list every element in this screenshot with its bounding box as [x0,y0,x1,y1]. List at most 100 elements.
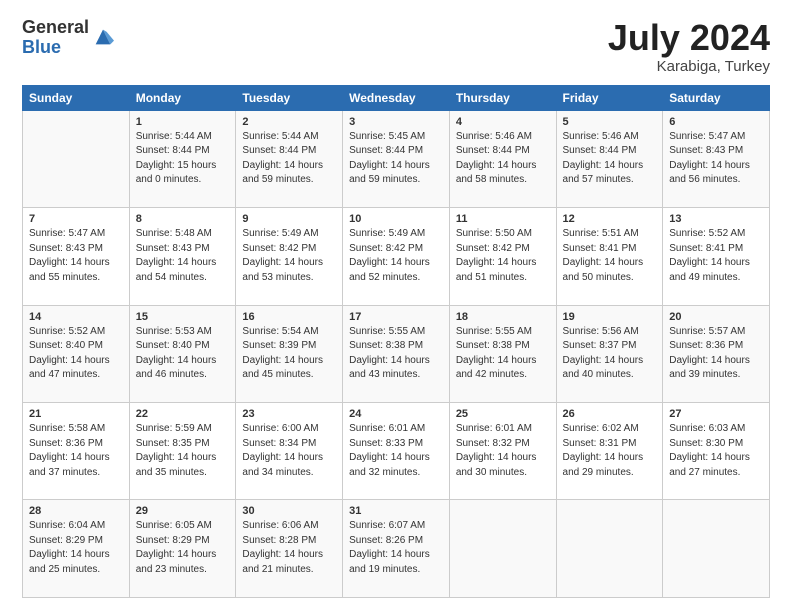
day-cell: 25 Sunrise: 6:01 AMSunset: 8:32 PMDayligh… [449,403,556,500]
day-number: 8 [136,213,230,225]
day-cell: 16 Sunrise: 5:54 AMSunset: 8:39 PMDayligh… [236,305,343,402]
day-info: Sunrise: 5:53 AMSunset: 8:40 PMDaylight:… [136,325,230,383]
day-number: 19 [563,311,657,323]
day-cell [556,500,663,598]
day-cell: 9 Sunrise: 5:49 AMSunset: 8:42 PMDaylight… [236,208,343,305]
week-row-3: 14Sunrise: 5:52 AMSunset: 8:40 PMDayligh… [23,305,770,402]
day-cell: 3Sunrise: 5:45 AMSunset: 8:44 PMDaylight… [343,110,450,207]
logo-text: General Blue [22,18,89,58]
header-wednesday: Wednesday [343,85,450,110]
day-cell: 20 Sunrise: 5:57 AMSunset: 8:36 PMDayligh… [663,305,770,402]
day-cell: 24 Sunrise: 6:01 AMSunset: 8:33 PMDayligh… [343,403,450,500]
day-info: Sunrise: 5:44 AMSunset: 8:44 PMDaylight:… [242,130,336,188]
day-number: 6 [669,116,763,128]
header-monday: Monday [129,85,236,110]
day-cell: 14Sunrise: 5:52 AMSunset: 8:40 PMDayligh… [23,305,130,402]
day-number: 15 [136,311,230,323]
day-number: 13 [669,213,763,225]
day-cell: 23 Sunrise: 6:00 AMSunset: 8:34 PMDayligh… [236,403,343,500]
day-info: Sunrise: 5:56 AMSunset: 8:37 PMDaylight:… [563,325,657,383]
logo: General Blue [22,18,114,58]
day-info: Sunrise: 6:00 AMSunset: 8:34 PMDaylight:… [242,422,336,480]
day-number: 11 [456,213,550,225]
page: General Blue July 2024 Karabiga, Turkey … [0,0,792,612]
day-info: Sunrise: 6:01 AMSunset: 8:32 PMDaylight:… [456,422,550,480]
header-thursday: Thursday [449,85,556,110]
day-cell: 6 Sunrise: 5:47 AMSunset: 8:43 PMDaylight… [663,110,770,207]
week-row-5: 28Sunrise: 6:04 AMSunset: 8:29 PMDayligh… [23,500,770,598]
day-cell: 4 Sunrise: 5:46 AMSunset: 8:44 PMDaylight… [449,110,556,207]
day-number: 9 [242,213,336,225]
day-cell: 10Sunrise: 5:49 AMSunset: 8:42 PMDayligh… [343,208,450,305]
day-number: 10 [349,213,443,225]
day-info: Sunrise: 5:48 AMSunset: 8:43 PMDaylight:… [136,227,230,285]
day-info: Sunrise: 5:55 AMSunset: 8:38 PMDaylight:… [349,325,443,383]
day-cell: 11 Sunrise: 5:50 AMSunset: 8:42 PMDayligh… [449,208,556,305]
header-friday: Friday [556,85,663,110]
day-cell: 2 Sunrise: 5:44 AMSunset: 8:44 PMDaylight… [236,110,343,207]
day-number: 21 [29,408,123,420]
day-cell [449,500,556,598]
day-cell: 5 Sunrise: 5:46 AMSunset: 8:44 PMDaylight… [556,110,663,207]
day-number: 18 [456,311,550,323]
day-number: 27 [669,408,763,420]
day-cell: 7Sunrise: 5:47 AMSunset: 8:43 PMDaylight… [23,208,130,305]
day-info: Sunrise: 6:04 AMSunset: 8:29 PMDaylight:… [29,519,123,577]
day-cell: 15 Sunrise: 5:53 AMSunset: 8:40 PMDayligh… [129,305,236,402]
day-number: 31 [349,505,443,517]
day-info: Sunrise: 5:46 AMSunset: 8:44 PMDaylight:… [563,130,657,188]
day-cell: 28Sunrise: 6:04 AMSunset: 8:29 PMDayligh… [23,500,130,598]
day-info: Sunrise: 5:49 AMSunset: 8:42 PMDaylight:… [242,227,336,285]
day-info: Sunrise: 5:54 AMSunset: 8:39 PMDaylight:… [242,325,336,383]
day-number: 7 [29,213,123,225]
day-info: Sunrise: 6:02 AMSunset: 8:31 PMDaylight:… [563,422,657,480]
day-info: Sunrise: 5:50 AMSunset: 8:42 PMDaylight:… [456,227,550,285]
day-number: 23 [242,408,336,420]
day-number: 24 [349,408,443,420]
day-cell: 22Sunrise: 5:59 AMSunset: 8:35 PMDayligh… [129,403,236,500]
day-info: Sunrise: 5:55 AMSunset: 8:38 PMDaylight:… [456,325,550,383]
day-cell: 30 Sunrise: 6:06 AMSunset: 8:28 PMDayligh… [236,500,343,598]
week-row-4: 21 Sunrise: 5:58 AMSunset: 8:36 PMDayligh… [23,403,770,500]
day-info: Sunrise: 5:51 AMSunset: 8:41 PMDaylight:… [563,227,657,285]
day-info: Sunrise: 6:06 AMSunset: 8:28 PMDaylight:… [242,519,336,577]
day-cell: 8 Sunrise: 5:48 AMSunset: 8:43 PMDaylight… [129,208,236,305]
location: Karabiga, Turkey [608,58,770,75]
header-tuesday: Tuesday [236,85,343,110]
day-number: 1 [136,116,230,128]
day-number: 30 [242,505,336,517]
day-number: 2 [242,116,336,128]
day-info: Sunrise: 5:57 AMSunset: 8:36 PMDaylight:… [669,325,763,383]
title-block: July 2024 Karabiga, Turkey [608,18,770,75]
day-info: Sunrise: 6:07 AMSunset: 8:26 PMDaylight:… [349,519,443,577]
day-number: 25 [456,408,550,420]
calendar-table: Sunday Monday Tuesday Wednesday Thursday… [22,85,770,598]
day-cell: 21 Sunrise: 5:58 AMSunset: 8:36 PMDayligh… [23,403,130,500]
month-title: July 2024 [608,18,770,58]
day-info: Sunrise: 5:52 AMSunset: 8:41 PMDaylight:… [669,227,763,285]
logo-general: General [22,18,89,38]
day-number: 14 [29,311,123,323]
day-cell: 26 Sunrise: 6:02 AMSunset: 8:31 PMDayligh… [556,403,663,500]
day-number: 16 [242,311,336,323]
day-info: Sunrise: 6:05 AMSunset: 8:29 PMDaylight:… [136,519,230,577]
day-cell: 27 Sunrise: 6:03 AMSunset: 8:30 PMDayligh… [663,403,770,500]
day-number: 3 [349,116,443,128]
day-info: Sunrise: 5:46 AMSunset: 8:44 PMDaylight:… [456,130,550,188]
day-info: Sunrise: 5:47 AMSunset: 8:43 PMDaylight:… [669,130,763,188]
day-number: 4 [456,116,550,128]
day-cell: 1Sunrise: 5:44 AMSunset: 8:44 PMDaylight… [129,110,236,207]
day-number: 20 [669,311,763,323]
day-cell: 18 Sunrise: 5:55 AMSunset: 8:38 PMDayligh… [449,305,556,402]
week-row-1: 1 Sunrise: 5:44 AMSunset: 8:44 PMDaylight… [23,110,770,207]
day-info: Sunrise: 6:03 AMSunset: 8:30 PMDaylight:… [669,422,763,480]
day-cell [23,110,130,207]
day-number: 17 [349,311,443,323]
day-number: 26 [563,408,657,420]
day-info: Sunrise: 5:58 AMSunset: 8:36 PMDaylight:… [29,422,123,480]
day-cell: 31 Sunrise: 6:07 AMSunset: 8:26 PMDayligh… [343,500,450,598]
day-cell: 29Sunrise: 6:05 AMSunset: 8:29 PMDayligh… [129,500,236,598]
day-info: Sunrise: 6:01 AMSunset: 8:33 PMDaylight:… [349,422,443,480]
header-sunday: Sunday [23,85,130,110]
day-number: 5 [563,116,657,128]
